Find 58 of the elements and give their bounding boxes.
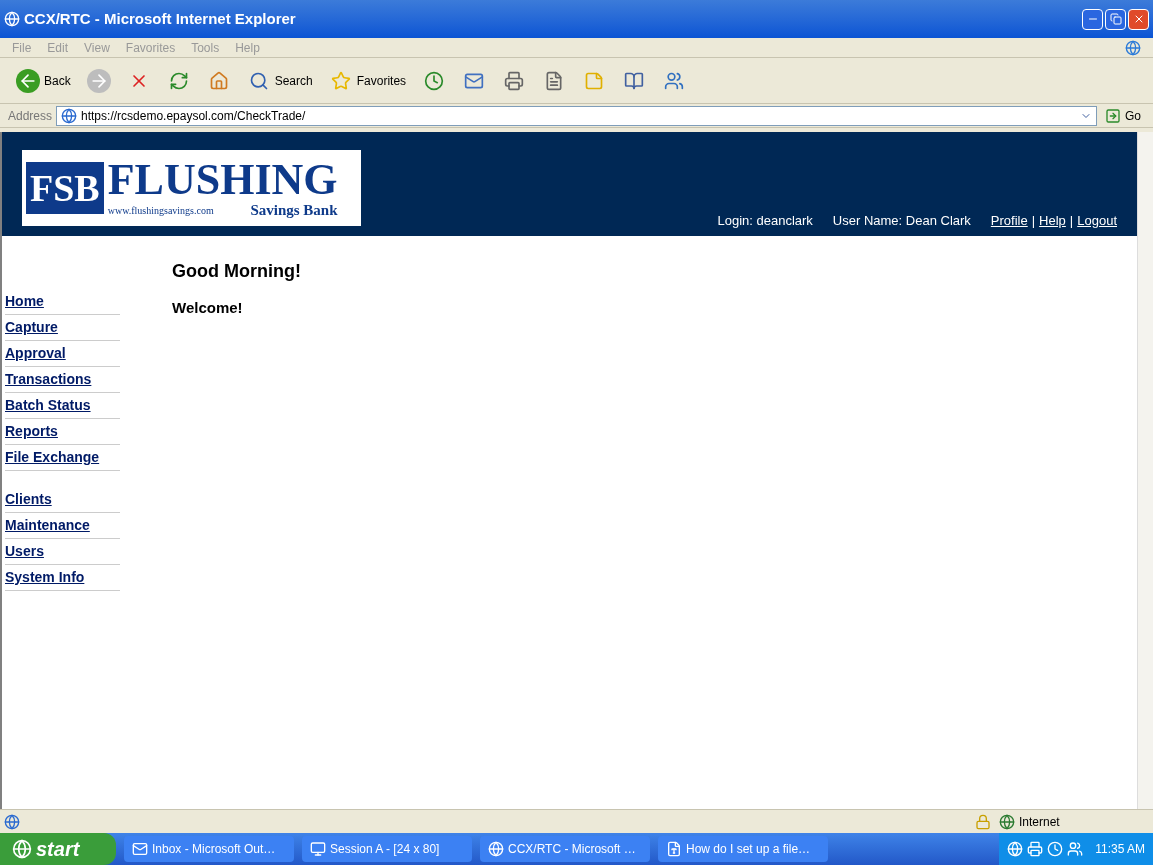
clock-text: 11:35 AM — [1095, 841, 1145, 858]
toolbar-button[interactable]: Search — [242, 65, 317, 96]
logo-badge: FSB — [26, 162, 104, 214]
nav-link[interactable]: Capture — [5, 315, 120, 341]
restore-icon — [1109, 13, 1122, 25]
header-link[interactable]: Logout — [1077, 210, 1117, 230]
logo-url: www.flushingsavings.com — [107, 204, 214, 218]
search-icon — [248, 70, 269, 91]
link-separator: | — [1031, 211, 1036, 230]
zone-text: Internet — [1019, 813, 1061, 831]
scrollbar[interactable] — [1137, 132, 1153, 809]
logo-tagline: Savings Bank — [250, 202, 338, 218]
nav-link[interactable]: Users — [5, 539, 120, 565]
nav-link[interactable]: Batch Status — [5, 393, 120, 419]
go-button[interactable]: Go — [1101, 106, 1145, 125]
taskbar-button[interactable]: CCX/RTC - Microsoft … — [480, 836, 650, 862]
nav-link[interactable]: Home — [5, 289, 120, 315]
page-icon — [61, 107, 78, 124]
page-icon — [4, 813, 20, 830]
nav-link[interactable]: Maintenance — [5, 513, 120, 539]
nav-link[interactable]: Clients — [5, 487, 120, 513]
address-field[interactable]: https://rcsdemo.epaysol.com/CheckTrade/ — [56, 105, 1097, 126]
header-link[interactable]: Profile — [990, 210, 1028, 230]
browser-icon — [4, 11, 20, 27]
nav-link[interactable]: Transactions — [5, 367, 120, 393]
nav-link[interactable]: System Info — [5, 565, 120, 591]
welcome-text: Welcome! — [172, 298, 244, 318]
toolbar-button[interactable]: Favorites — [324, 65, 411, 96]
nav-link[interactable]: File Exchange — [5, 445, 120, 471]
logo-name: FLUSHING — [107, 158, 338, 202]
app-icon — [310, 841, 326, 857]
people-icon[interactable] — [1067, 841, 1084, 857]
login-text: Login: deanclark — [717, 211, 813, 230]
window-title: CCX/RTC - Microsoft Internet Explorer — [24, 8, 297, 29]
taskbar-button[interactable]: Inbox - Microsoft Out… — [124, 836, 294, 862]
taskbar-button[interactable]: Session A - [24 x 80] — [302, 836, 472, 862]
address-value: https://rcsdemo.epaysol.com/CheckTrade/ — [81, 107, 306, 125]
lock-icon — [975, 813, 991, 830]
printer-icon[interactable] — [1027, 841, 1044, 857]
address-label: Address — [8, 107, 53, 125]
clock-icon[interactable] — [1047, 841, 1064, 857]
app-icon — [132, 841, 148, 857]
greeting-heading: Good Morning! — [172, 260, 301, 283]
close-button[interactable] — [1128, 8, 1149, 30]
minimize-button[interactable] — [1082, 8, 1103, 30]
nav-link[interactable]: Reports — [5, 419, 120, 445]
nav-link[interactable]: Approval — [5, 341, 120, 367]
star-icon — [330, 70, 351, 91]
tray-icon[interactable] — [1007, 841, 1024, 857]
app-icon — [488, 841, 504, 857]
restore-button[interactable] — [1105, 8, 1126, 30]
globe-icon — [999, 813, 1015, 830]
app-icon — [666, 841, 682, 857]
toolbar-button[interactable]: Back — [12, 65, 75, 96]
taskbar-button[interactable]: How do I set up a file… — [658, 836, 828, 862]
link-separator: | — [1069, 211, 1074, 230]
user-name-text: User Name: Dean Clark — [832, 211, 971, 230]
header-link[interactable]: Help — [1039, 210, 1066, 230]
